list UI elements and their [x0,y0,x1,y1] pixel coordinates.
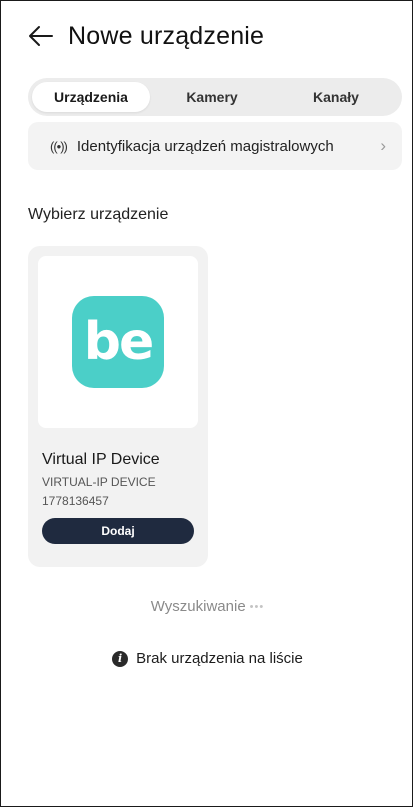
no-device-label: Brak urządzenia na liście [136,650,303,667]
tab-devices[interactable]: Urządzenia [32,82,150,112]
brand-logo: be [72,296,164,388]
arrow-left-icon[interactable] [28,23,54,49]
no-device-link[interactable]: i Brak urządzenia na liście [0,650,415,667]
page-title: Nowe urządzenie [68,21,265,50]
bus-device-identification-row[interactable]: ((•)) Identyfikacja urządzeń magistralow… [28,122,402,170]
device-card[interactable]: be Virtual IP Device VIRTUAL-IP DEVICE 1… [28,246,208,567]
searching-label: Wyszukiwanie [150,598,246,615]
tab-channels[interactable]: Kanały [274,82,398,112]
device-model: VIRTUAL-IP DEVICE [42,475,156,489]
device-thumbnail: be [38,256,198,428]
loading-dots-icon: ••• [249,601,265,614]
tab-bar: Urządzenia Kamery Kanały [28,78,402,116]
device-serial: 1778136457 [42,494,109,508]
section-title: Wybierz urządzenie [28,206,169,223]
broadcast-icon: ((•)) [50,138,68,154]
device-name: Virtual IP Device [42,451,160,468]
add-device-button[interactable]: Dodaj [42,518,194,544]
identification-label: Identyfikacja urządzeń magistralowych [76,137,334,155]
chevron-right-icon: › [380,136,386,155]
searching-status: Wyszukiwanie ••• [0,598,415,615]
tab-cameras[interactable]: Kamery [150,82,274,112]
info-icon: i [112,650,129,667]
header: Nowe urządzenie [28,16,264,56]
